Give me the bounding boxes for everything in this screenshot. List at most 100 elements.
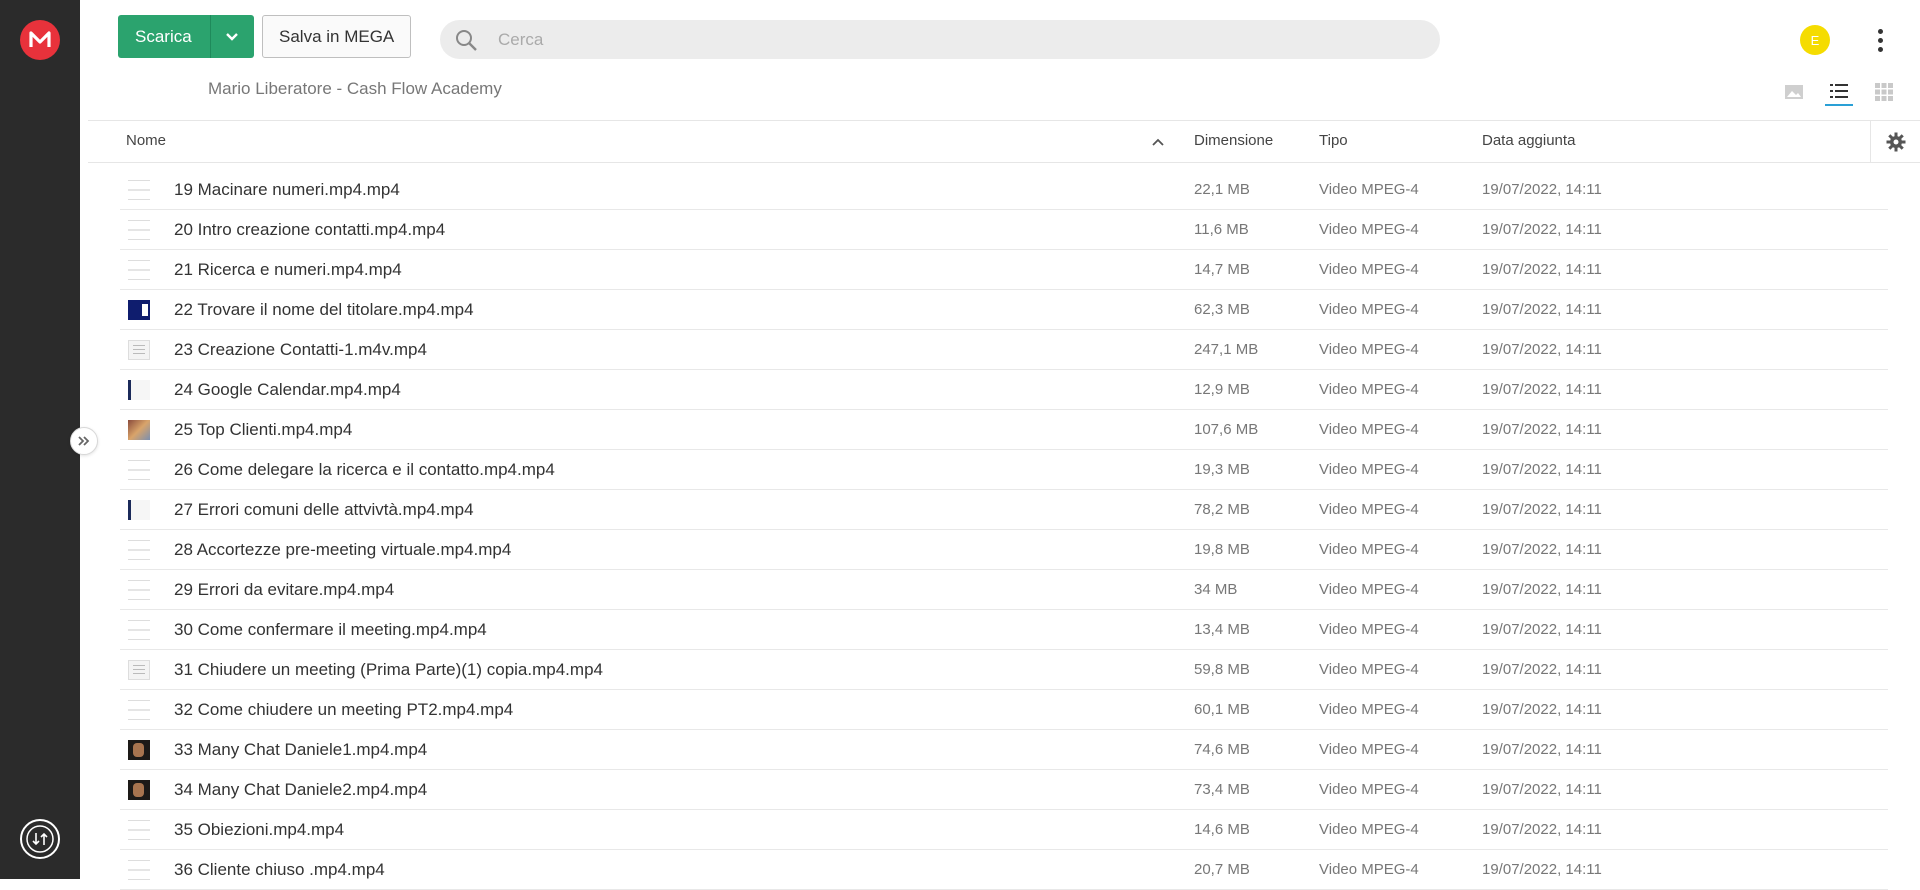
video-thumbnail-icon [128, 660, 150, 680]
sort-ascending-icon[interactable] [1150, 134, 1166, 150]
expand-sidebar-button[interactable] [70, 427, 98, 455]
grid-view-icon[interactable] [1870, 78, 1898, 106]
file-date: 19/07/2022, 14:11 [1482, 781, 1602, 798]
file-type: Video MPEG-4 [1319, 821, 1419, 838]
search-bar[interactable] [440, 20, 1440, 59]
breadcrumb[interactable]: Mario Liberatore - Cash Flow Academy [208, 79, 502, 99]
file-type: Video MPEG-4 [1319, 701, 1419, 718]
avatar[interactable]: E [1800, 25, 1830, 55]
file-size: 14,6 MB [1194, 821, 1250, 838]
file-size: 11,6 MB [1194, 221, 1249, 238]
table-row[interactable]: 36 Cliente chiuso .mp4.mp4 20,7 MB Video M… [120, 850, 1888, 890]
file-date: 19/07/2022, 14:11 [1482, 701, 1602, 718]
file-date: 19/07/2022, 14:11 [1482, 221, 1602, 238]
table-row[interactable]: 28 Accortezze pre-meeting virtuale.mp4.m… [120, 530, 1888, 570]
file-date: 19/07/2022, 14:11 [1482, 501, 1602, 518]
file-size: 74,6 MB [1194, 741, 1250, 758]
table-row[interactable]: 22 Trovare il nome del titolare.mp4.mp4 6… [120, 290, 1888, 330]
file-name[interactable]: 25 Top Clienti.mp4.mp4 [174, 420, 352, 440]
file-name[interactable]: 22 Trovare il nome del titolare.mp4.mp4 [174, 300, 474, 320]
file-name[interactable]: 20 Intro creazione contatti.mp4.mp4 [174, 220, 445, 240]
table-row[interactable]: 31 Chiudere un meeting (Prima Parte)(1) … [120, 650, 1888, 690]
table-row[interactable]: 34 Many Chat Daniele2.mp4.mp4 73,4 MB Vide… [120, 770, 1888, 810]
video-thumbnail-icon [128, 380, 150, 400]
file-size: 13,4 MB [1194, 621, 1250, 638]
file-date: 19/07/2022, 14:11 [1482, 341, 1602, 358]
table-row[interactable]: 19 Macinare numeri.mp4.mp4 22,1 MB Video M… [120, 170, 1888, 210]
file-name[interactable]: 30 Come confermare il meeting.mp4.mp4 [174, 620, 487, 640]
download-options-button[interactable] [210, 15, 254, 58]
file-date: 19/07/2022, 14:11 [1482, 421, 1602, 438]
download-button[interactable]: Scarica [118, 15, 211, 58]
file-name[interactable]: 32 Come chiudere un meeting PT2.mp4.mp4 [174, 700, 513, 720]
search-input[interactable] [498, 29, 1398, 50]
file-size: 14,7 MB [1194, 261, 1250, 278]
file-name[interactable]: 24 Google Calendar.mp4.mp4 [174, 380, 401, 400]
column-header-name[interactable]: Nome [126, 132, 166, 149]
table-row[interactable]: 23 Creazione Contatti-1.m4v.mp4 247,1 MB V… [120, 330, 1888, 370]
file-name[interactable]: 34 Many Chat Daniele2.mp4.mp4 [174, 780, 427, 800]
file-date: 19/07/2022, 14:11 [1482, 861, 1602, 878]
file-size: 247,1 MB [1194, 341, 1259, 358]
video-thumbnail-icon [128, 180, 150, 200]
file-name[interactable]: 21 Ricerca e numeri.mp4.mp4 [174, 260, 402, 280]
file-date: 19/07/2022, 14:11 [1482, 821, 1602, 838]
column-header-size[interactable]: Dimensione [1194, 132, 1273, 149]
table-row[interactable]: 26 Come delegare la ricerca e il contatt… [120, 450, 1888, 490]
download-button-group: Scarica [118, 15, 254, 58]
file-name[interactable]: 28 Accortezze pre-meeting virtuale.mp4.m… [174, 540, 511, 560]
video-thumbnail-icon [128, 580, 150, 600]
file-size: 19,3 MB [1194, 461, 1250, 478]
column-header-date[interactable]: Data aggiunta [1482, 132, 1575, 149]
table-row[interactable]: 29 Errori da evitare.mp4.mp4 34 MB Video M… [120, 570, 1888, 610]
file-date: 19/07/2022, 14:11 [1482, 741, 1602, 758]
video-thumbnail-icon [128, 340, 150, 360]
table-row[interactable]: 25 Top Clienti.mp4.mp4 107,6 MB Video MPEG… [120, 410, 1888, 450]
save-to-mega-button[interactable]: Salva in MEGA [262, 15, 412, 58]
file-name[interactable]: 31 Chiudere un meeting (Prima Parte)(1) … [174, 660, 603, 680]
file-size: 34 MB [1194, 581, 1238, 598]
file-type: Video MPEG-4 [1319, 861, 1419, 878]
more-options-icon[interactable] [1870, 24, 1890, 56]
video-thumbnail-icon [128, 500, 150, 520]
table-row[interactable]: 20 Intro creazione contatti.mp4.mp4 11,6 … [120, 210, 1888, 250]
list-view-icon[interactable] [1825, 78, 1853, 106]
file-name[interactable]: 19 Macinare numeri.mp4.mp4 [174, 180, 400, 200]
table-row[interactable]: 24 Google Calendar.mp4.mp4 12,9 MB Video M… [120, 370, 1888, 410]
table-row[interactable]: 30 Come confermare il meeting.mp4.mp4 13,… [120, 610, 1888, 650]
video-thumbnail-icon [128, 700, 150, 720]
mega-logo-icon[interactable] [20, 20, 60, 60]
video-thumbnail-icon [128, 460, 150, 480]
video-thumbnail-icon [128, 220, 150, 240]
file-name[interactable]: 23 Creazione Contatti-1.m4v.mp4 [174, 340, 427, 360]
file-size: 62,3 MB [1194, 301, 1250, 318]
column-header-type[interactable]: Tipo [1319, 132, 1348, 149]
double-chevron-right-icon [78, 436, 90, 446]
header-divider [88, 120, 1920, 121]
file-name[interactable]: 36 Cliente chiuso .mp4.mp4 [174, 860, 385, 880]
file-type: Video MPEG-4 [1319, 381, 1419, 398]
table-row[interactable]: 21 Ricerca e numeri.mp4.mp4 14,7 MB Video … [120, 250, 1888, 290]
file-name[interactable]: 35 Obiezioni.mp4.mp4 [174, 820, 344, 840]
table-row[interactable]: 35 Obiezioni.mp4.mp4 14,6 MB Video MPEG-4 1… [120, 810, 1888, 850]
file-name[interactable]: 27 Errori comuni delle attvivtà.mp4.mp4 [174, 500, 474, 520]
file-date: 19/07/2022, 14:11 [1482, 261, 1602, 278]
file-type: Video MPEG-4 [1319, 181, 1419, 198]
table-row[interactable]: 33 Many Chat Daniele1.mp4.mp4 74,6 MB Vide… [120, 730, 1888, 770]
file-date: 19/07/2022, 14:11 [1482, 661, 1602, 678]
file-name[interactable]: 26 Come delegare la ricerca e il contatt… [174, 460, 555, 480]
search-icon [452, 26, 480, 54]
file-size: 12,9 MB [1194, 381, 1250, 398]
table-row[interactable]: 32 Come chiudere un meeting PT2.mp4.mp4 6… [120, 690, 1888, 730]
file-name[interactable]: 33 Many Chat Daniele1.mp4.mp4 [174, 740, 427, 760]
media-view-icon[interactable] [1780, 78, 1808, 106]
file-date: 19/07/2022, 14:11 [1482, 381, 1602, 398]
video-thumbnail-icon [128, 260, 150, 280]
table-row[interactable]: 27 Errori comuni delle attvivtà.mp4.mp4 7… [120, 490, 1888, 530]
transfer-manager-icon[interactable] [20, 819, 60, 859]
file-type: Video MPEG-4 [1319, 221, 1419, 238]
file-name[interactable]: 29 Errori da evitare.mp4.mp4 [174, 580, 394, 600]
column-settings-button[interactable] [1870, 121, 1920, 163]
file-list: 19 Macinare numeri.mp4.mp4 22,1 MB Video M… [120, 170, 1888, 890]
video-thumbnail-icon [128, 820, 150, 840]
